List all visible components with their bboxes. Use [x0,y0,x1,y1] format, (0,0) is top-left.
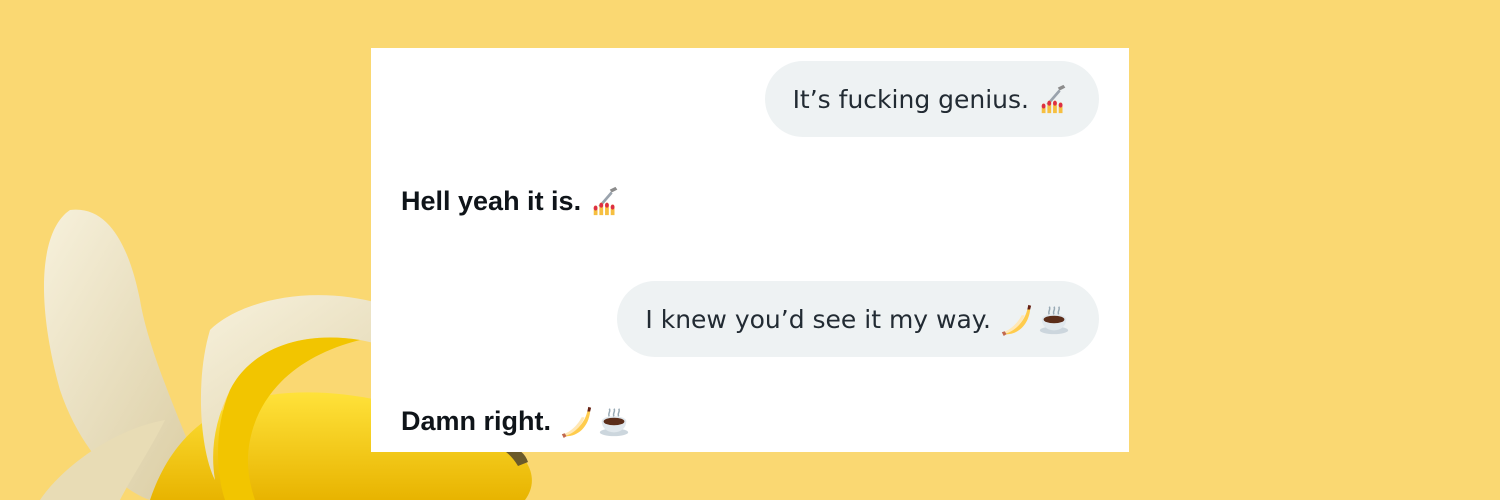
message-bubble-received[interactable]: It’s fucking genius. [764,61,1099,137]
banana-icon [999,302,1033,336]
message-text: I knew you’d see it my way. [645,304,991,334]
nail-polish-icon [589,184,623,218]
message-bubble-received[interactable]: I knew you’d see it my way. [617,281,1099,357]
hot-beverage-icon [1037,302,1071,336]
banana-icon [559,404,593,438]
message-text: It’s fucking genius. [792,84,1029,114]
nail-polish-icon [1037,82,1071,116]
conversation-card: It’s fucking genius. Hell yeah it is. I … [371,48,1129,452]
hot-beverage-icon [597,404,631,438]
message-text: Damn right. [401,405,552,436]
message-sent[interactable]: Hell yeah it is. [401,184,623,218]
message-text: Hell yeah it is. [401,185,582,216]
message-sent[interactable]: Damn right. [401,404,631,438]
